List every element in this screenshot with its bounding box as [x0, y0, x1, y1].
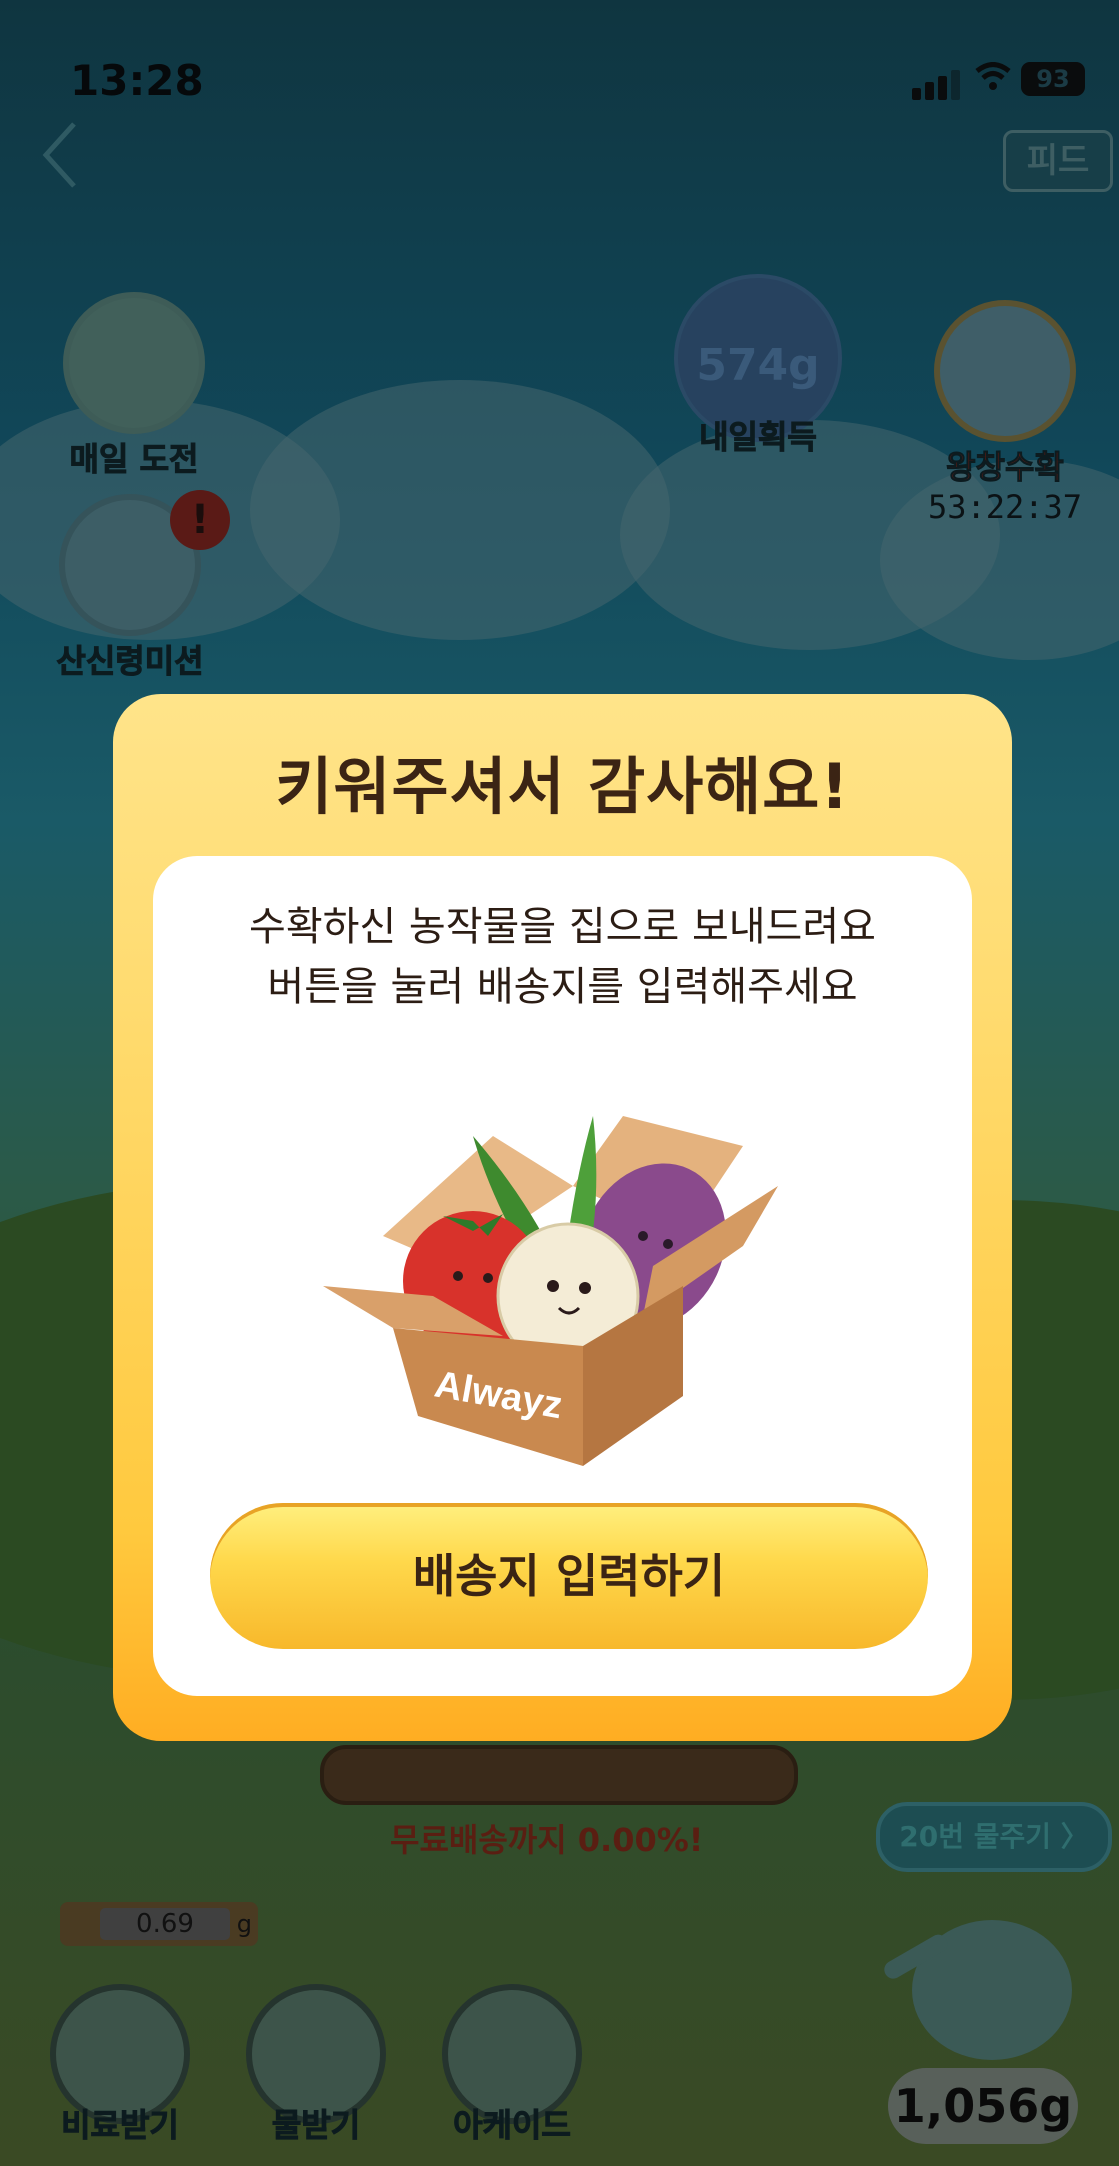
big-harvest-timer: 53:22:37 [927, 488, 1083, 526]
thanks-modal: 키워주셔서 감사해요! 수확하신 농작물을 집으로 보내드려요 버튼을 눌러 배… [113, 694, 1012, 1741]
vegetable-box-illustration: Alwayz [323, 1116, 778, 1466]
cloud [250, 380, 670, 640]
mountain-spirit-label: 산신령미션 [56, 642, 204, 681]
get-fertilizer-label: 비료받기 [61, 2106, 180, 2145]
alert-badge-icon: ! [170, 490, 230, 550]
get-fertilizer-button[interactable]: 비료받기 [50, 1984, 190, 2146]
get-water-label: 물받기 [271, 2106, 361, 2145]
enter-address-button[interactable]: 배송지 입력하기 [210, 1503, 928, 1649]
modal-body: 수확하신 농작물을 집으로 보내드려요 버튼을 눌러 배송지를 입력해주세요 A… [153, 856, 972, 1696]
arcade-label: 아케이드 [453, 2106, 572, 2145]
free-shipping-label: 무료배송까지 0.00%! [390, 1821, 704, 1859]
water-weight: 1,056g [888, 2068, 1078, 2144]
free-shipping-progress [320, 1745, 798, 1805]
modal-title: 키워주셔서 감사해요! [275, 750, 850, 823]
battery-indicator: 93 [1021, 62, 1085, 96]
tomorrow-gain-label: 내일획득 [699, 418, 818, 457]
water-20-times-button[interactable]: 20번 물주기 〉 [876, 1802, 1112, 1872]
modal-message-line2: 버튼을 눌러 배송지를 입력해주세요 [267, 964, 858, 1010]
wifi-icon [975, 62, 1011, 90]
big-harvest-label: 왕창수확 [946, 448, 1065, 487]
checkbox-icon [63, 292, 205, 434]
water-meter-value: 0.69 [100, 1908, 230, 1940]
big-harvest-button[interactable]: 왕창수확 53:22:37 [910, 300, 1100, 526]
water-meter: 0.69 g [60, 1902, 258, 1946]
truck-icon [934, 300, 1076, 442]
status-bar: 13:28 93 [0, 0, 1119, 150]
tomorrow-gain-value: 574g [696, 340, 820, 391]
daily-challenge-button[interactable]: 매일 도전 [44, 292, 224, 480]
modal-message-line1: 수확하신 농작물을 집으로 보내드려요 [249, 904, 876, 950]
farm-game-screen: 13:28 93 피드 매일 도전 산신령미션 ! 왕창수확 53:22:37 … [0, 0, 1119, 2166]
feed-button[interactable]: 피드 [1003, 130, 1113, 192]
status-time: 13:28 [70, 56, 204, 105]
get-water-button[interactable]: 물받기 [246, 1984, 386, 2146]
daily-challenge-label: 매일 도전 [69, 440, 199, 479]
tomorrow-gain-indicator: 574g 내일획득 [668, 274, 848, 458]
water-meter-unit: g [236, 1910, 252, 1938]
watering-can-icon[interactable] [872, 1890, 1092, 2070]
arcade-button[interactable]: 아케이드 [442, 1984, 582, 2146]
back-chevron-icon[interactable] [40, 120, 80, 190]
signal-icon [912, 70, 964, 100]
